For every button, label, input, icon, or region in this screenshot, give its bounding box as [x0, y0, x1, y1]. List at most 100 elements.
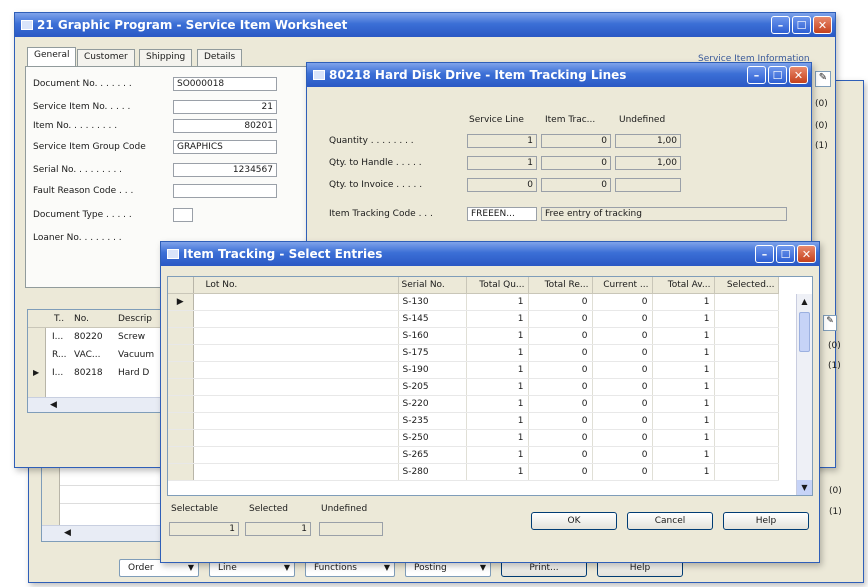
selected-cell[interactable]	[714, 395, 779, 413]
service-lines-grid[interactable]: T.. No. Descrip I... 80220 Screw R... VA…	[27, 309, 177, 413]
lot-no-cell[interactable]	[193, 446, 399, 464]
table-row[interactable]: S-235 1 0 0 1	[168, 412, 779, 430]
total-qty-cell[interactable]: 1	[466, 344, 529, 362]
edit-icon[interactable]: ✎	[815, 71, 831, 87]
selected-cell[interactable]	[714, 429, 779, 447]
total-qty-cell[interactable]: 1	[466, 429, 529, 447]
header-total-qty[interactable]: Total Qu...	[466, 277, 529, 294]
serial-no-cell[interactable]: S-205	[398, 378, 467, 396]
total-qty-cell[interactable]: 1	[466, 310, 529, 328]
total-available-cell[interactable]: 1	[652, 429, 715, 447]
minimize-icon[interactable]: –	[747, 66, 766, 84]
total-reserved-cell[interactable]: 0	[528, 310, 593, 328]
worksheet-titlebar[interactable]: 21 Graphic Program - Service Item Worksh…	[15, 13, 835, 37]
header-total-available[interactable]: Total Av...	[652, 277, 715, 294]
total-qty-cell[interactable]: 1	[466, 463, 529, 481]
serial-no-cell[interactable]: S-250	[398, 429, 467, 447]
table-row[interactable]: S-190 1 0 0 1	[168, 361, 779, 379]
current-cell[interactable]: 0	[592, 446, 653, 464]
serial-no-cell[interactable]: S-190	[398, 361, 467, 379]
current-cell[interactable]: 0	[592, 344, 653, 362]
total-available-cell[interactable]: 1	[652, 327, 715, 345]
serial-no-cell[interactable]: S-130	[398, 293, 467, 311]
table-row[interactable]: I... 80220 Screw	[46, 330, 176, 346]
item-no-field[interactable]: 80201	[173, 119, 277, 133]
total-available-cell[interactable]: 1	[652, 395, 715, 413]
row-selector[interactable]	[168, 327, 194, 345]
row-selector[interactable]	[168, 310, 194, 328]
serial-no-cell[interactable]: S-145	[398, 310, 467, 328]
selected-cell[interactable]	[714, 463, 779, 481]
lot-no-cell[interactable]	[193, 327, 399, 345]
serial-no-cell[interactable]: S-160	[398, 327, 467, 345]
row-selector[interactable]	[168, 412, 194, 430]
document-type-field[interactable]	[173, 208, 193, 222]
lot-no-cell[interactable]	[193, 293, 399, 311]
current-cell[interactable]: 0	[592, 327, 653, 345]
total-reserved-cell[interactable]: 0	[528, 395, 593, 413]
total-reserved-cell[interactable]: 0	[528, 412, 593, 430]
serial-no-cell[interactable]: S-265	[398, 446, 467, 464]
table-row[interactable]: S-205 1 0 0 1	[168, 378, 779, 396]
total-reserved-cell[interactable]: 0	[528, 463, 593, 481]
close-icon[interactable]: ✕	[797, 245, 816, 263]
row-selector[interactable]	[168, 344, 194, 362]
select-entries-titlebar[interactable]: Item Tracking - Select Entries – ☐ ✕	[161, 242, 819, 266]
header-lot-no[interactable]: Lot No.	[193, 277, 399, 294]
table-row[interactable]: R... VAC... Vacuum	[46, 348, 176, 364]
total-qty-cell[interactable]: 1	[466, 361, 529, 379]
total-available-cell[interactable]: 1	[652, 378, 715, 396]
row-selector[interactable]	[168, 429, 194, 447]
serial-no-cell[interactable]: S-220	[398, 395, 467, 413]
table-row[interactable]: I... 80218 Hard D	[46, 366, 176, 382]
current-cell[interactable]: 0	[592, 412, 653, 430]
service-item-no-field[interactable]: 21	[173, 100, 277, 114]
lot-no-cell[interactable]	[193, 463, 399, 481]
header-total-reserved[interactable]: Total Re...	[528, 277, 593, 294]
header-serial-no[interactable]: Serial No.	[398, 277, 467, 294]
cancel-button[interactable]: Cancel	[627, 512, 713, 530]
entries-grid[interactable]: Lot No. Serial No. Total Qu... Total Re.…	[167, 276, 813, 496]
scroll-left-icon[interactable]: ◀	[50, 400, 57, 410]
row-selector[interactable]	[168, 361, 194, 379]
row-selector[interactable]	[168, 463, 194, 481]
current-cell[interactable]: 0	[592, 361, 653, 379]
total-qty-cell[interactable]: 1	[466, 293, 529, 311]
table-row[interactable]: S-265 1 0 0 1	[168, 446, 779, 464]
total-reserved-cell[interactable]: 0	[528, 327, 593, 345]
total-reserved-cell[interactable]: 0	[528, 344, 593, 362]
table-row[interactable]: S-175 1 0 0 1	[168, 344, 779, 362]
lot-no-cell[interactable]	[193, 361, 399, 379]
lot-no-cell[interactable]	[193, 310, 399, 328]
total-reserved-cell[interactable]: 0	[528, 429, 593, 447]
scroll-down-icon[interactable]: ▼	[797, 480, 812, 495]
table-row[interactable]: S-220 1 0 0 1	[168, 395, 779, 413]
current-cell[interactable]: 0	[592, 310, 653, 328]
current-cell[interactable]: 0	[592, 463, 653, 481]
serial-no-field[interactable]: 1234567	[173, 163, 277, 177]
tab-general[interactable]: General	[27, 47, 77, 66]
total-reserved-cell[interactable]: 0	[528, 378, 593, 396]
total-reserved-cell[interactable]: 0	[528, 361, 593, 379]
serial-no-cell[interactable]: S-175	[398, 344, 467, 362]
total-qty-cell[interactable]: 1	[466, 327, 529, 345]
row-selector[interactable]: ▶	[168, 293, 194, 311]
row-selector[interactable]	[168, 395, 194, 413]
maximize-icon[interactable]: ☐	[776, 245, 795, 263]
row-selector[interactable]	[168, 378, 194, 396]
edit-icon[interactable]: ✎	[823, 315, 837, 331]
selected-cell[interactable]	[714, 327, 779, 345]
current-cell[interactable]: 0	[592, 395, 653, 413]
current-cell[interactable]: 0	[592, 378, 653, 396]
lot-no-cell[interactable]	[193, 412, 399, 430]
ok-button[interactable]: OK	[531, 512, 617, 530]
selected-cell[interactable]	[714, 378, 779, 396]
total-qty-cell[interactable]: 1	[466, 412, 529, 430]
total-reserved-cell[interactable]: 0	[528, 446, 593, 464]
table-row[interactable]: ▶ S-130 1 0 0 1	[168, 293, 779, 311]
lot-no-cell[interactable]	[193, 344, 399, 362]
serial-no-cell[interactable]: S-235	[398, 412, 467, 430]
table-row[interactable]: S-145 1 0 0 1	[168, 310, 779, 328]
total-qty-cell[interactable]: 1	[466, 446, 529, 464]
vertical-scrollbar[interactable]: ▲ ▼	[796, 294, 812, 495]
